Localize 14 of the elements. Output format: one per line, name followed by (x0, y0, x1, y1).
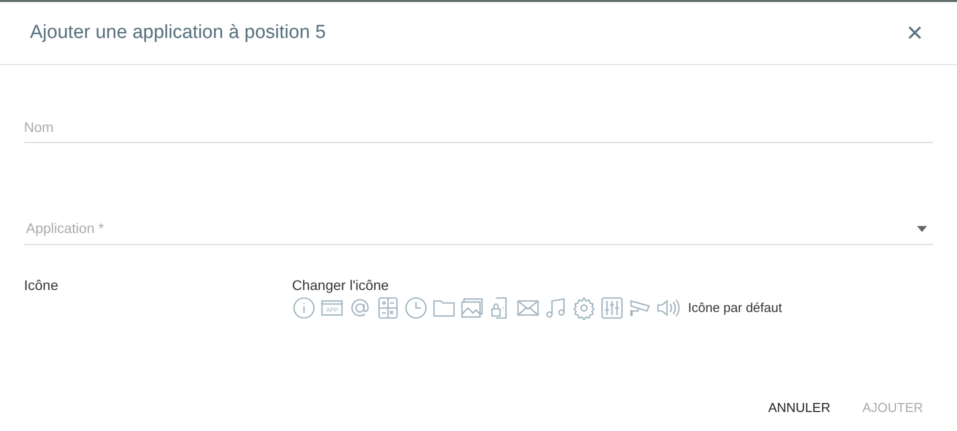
default-icon-link[interactable]: Icône par défaut (688, 298, 782, 318)
sliders-icon[interactable] (600, 296, 624, 320)
close-button[interactable]: × (902, 19, 927, 47)
dropdown-caret-icon[interactable] (917, 226, 927, 232)
clock-icon[interactable] (404, 296, 428, 320)
settings-icon[interactable] (572, 296, 596, 320)
icon-label: Icône (24, 276, 60, 295)
calculator-icon[interactable] (376, 296, 400, 320)
change-icon-label: Changer l'icône (292, 276, 390, 295)
name-field[interactable]: Nom (24, 113, 933, 143)
info-icon[interactable] (292, 296, 316, 320)
dialog-title: Ajouter une application à position 5 (30, 22, 326, 44)
image-icon[interactable] (460, 296, 484, 320)
cancel-button[interactable]: ANNULER (760, 392, 838, 424)
